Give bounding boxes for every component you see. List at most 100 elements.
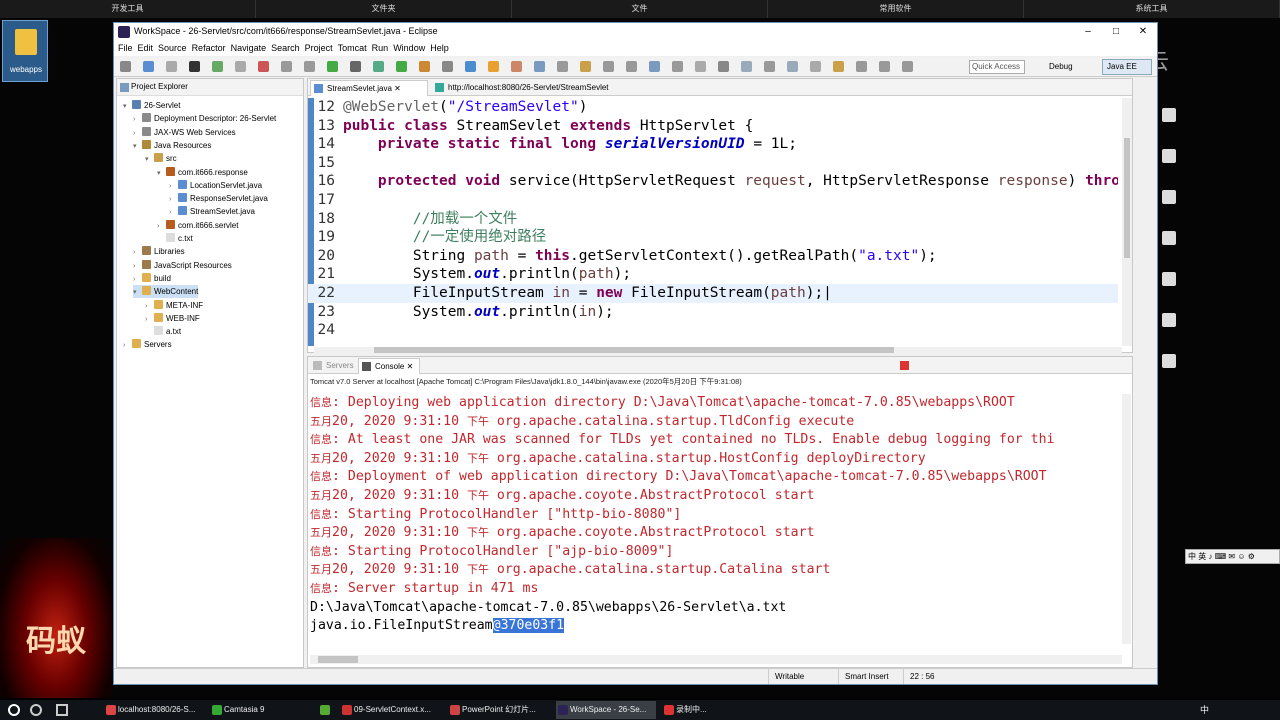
expand-arrow-icon[interactable]: › (133, 113, 142, 126)
tree-item[interactable]: ▾ com.it666.response (157, 166, 248, 179)
toolbar-icon[interactable] (488, 61, 499, 72)
ime-toolbar[interactable]: 中 英 ♪ ⌨ ✉ ☺ ⚙ (1185, 549, 1280, 564)
tree-item[interactable]: ▾ 26-Servlet (123, 99, 180, 112)
tree-item[interactable]: › Libraries (133, 245, 185, 258)
tree-item[interactable]: c.txt (157, 232, 193, 245)
launcher-group-0[interactable]: 开发工具 (0, 0, 256, 18)
menu-tomcat[interactable]: Tomcat (338, 41, 372, 56)
code-line[interactable]: 18 //加载一个文件 (308, 210, 1118, 229)
toolbar-icon[interactable] (764, 61, 775, 72)
toolbar-icon[interactable] (672, 61, 683, 72)
toolbar-icon[interactable] (534, 61, 545, 72)
console-output[interactable]: 信息: Deploying web application directory … (310, 394, 1122, 644)
toolbar-icon[interactable] (235, 61, 246, 72)
toolbar-icon[interactable] (511, 61, 522, 72)
toolbar-icon[interactable] (718, 61, 729, 72)
tree-item[interactable]: a.txt (145, 325, 181, 338)
code-line[interactable]: 12 @WebServlet("/StreamSevlet") (308, 98, 1118, 117)
tree-item[interactable]: › JAX-WS Web Services (133, 126, 236, 139)
menu-file[interactable]: File (118, 41, 138, 56)
toolbar-icon[interactable] (695, 61, 706, 72)
expand-arrow-icon[interactable]: ▾ (133, 140, 142, 153)
scrollbar-thumb[interactable] (1124, 138, 1130, 258)
toolbar-icon[interactable] (833, 61, 844, 72)
toolbar-icon[interactable] (649, 61, 660, 72)
expand-arrow-icon[interactable]: › (169, 206, 178, 219)
toolbar-icon[interactable] (143, 61, 154, 72)
menu-navigate[interactable]: Navigate (231, 41, 272, 56)
desktop-folder-webapps[interactable]: webapps (2, 20, 48, 82)
code-line[interactable]: 17 (308, 191, 1118, 210)
toolbar-icon[interactable] (212, 61, 223, 72)
tree-item[interactable]: › StreamSevlet.java (169, 205, 255, 218)
expand-arrow-icon[interactable]: ▾ (133, 286, 142, 299)
maximize-button[interactable]: □ (1102, 23, 1130, 41)
tree-item[interactable]: › Deployment Descriptor: 26-Servlet (133, 112, 276, 125)
expand-arrow-icon[interactable]: › (133, 246, 142, 259)
chat-icon[interactable] (1162, 313, 1176, 327)
editor-horizontal-scrollbar[interactable] (314, 347, 1122, 353)
code-line[interactable]: 13 public class StreamSevlet extends Http… (308, 117, 1118, 136)
image-icon[interactable] (1162, 149, 1176, 163)
toolbar-icon[interactable] (902, 61, 913, 72)
toolbar-icon[interactable] (258, 61, 269, 72)
terminate-icon[interactable] (900, 361, 909, 370)
tab-console[interactable]: Console ✕ (358, 358, 420, 374)
toolbar-icon[interactable] (787, 61, 798, 72)
code-line[interactable]: 22 FileInputStream in = new FileInputStr… (308, 284, 1118, 303)
tab-streamsevlet-java[interactable]: StreamSevlet.java ✕ (310, 80, 428, 96)
launcher-group-4[interactable]: 系统工具 (1024, 0, 1280, 18)
code-line[interactable]: 14 private static final long serialVersi… (308, 135, 1118, 154)
launcher-group-3[interactable]: 常用软件 (768, 0, 1024, 18)
scrollbar-thumb[interactable] (318, 656, 358, 663)
tab-servers[interactable]: Servers (310, 358, 358, 374)
expand-arrow-icon[interactable]: › (169, 180, 178, 193)
toolbar-icon[interactable] (442, 61, 453, 72)
video-icon[interactable] (1162, 190, 1176, 204)
tree-item[interactable]: › Servers (123, 338, 172, 351)
code-line[interactable]: 15 (308, 154, 1118, 173)
code-line[interactable]: 20 String path = this.getServletContext(… (308, 247, 1118, 266)
tab-browser-url[interactable]: http://localhost:8080/26-Servlet/StreamS… (432, 80, 632, 96)
console-horizontal-scrollbar[interactable] (310, 655, 1122, 664)
toolbar-icon[interactable] (281, 61, 292, 72)
toolbar-icon[interactable] (603, 61, 614, 72)
toolbar-icon[interactable] (373, 61, 384, 72)
toolbar-icon[interactable] (396, 61, 407, 72)
expand-arrow-icon[interactable]: ▾ (123, 100, 132, 113)
toolbar-icon[interactable] (350, 61, 361, 72)
menu-edit[interactable]: Edit (138, 41, 159, 56)
taskbar-item[interactable]: localhost:8080/26-S... (104, 701, 204, 719)
expand-arrow-icon[interactable]: ▾ (157, 167, 166, 180)
text-icon[interactable] (1162, 231, 1176, 245)
menu-refactor[interactable]: Refactor (192, 41, 231, 56)
task-view-icon[interactable] (56, 704, 68, 716)
ime-indicator[interactable]: 中 (1200, 705, 1209, 715)
code-area[interactable]: 12 @WebServlet("/StreamSevlet") 13 public c… (308, 98, 1118, 346)
code-line[interactable]: 16 protected void service(HttpServletReq… (308, 172, 1118, 191)
toolbar-icon[interactable] (189, 61, 200, 72)
tool-icon[interactable] (1162, 108, 1176, 122)
taskbar-item[interactable]: WorkSpace - 26-Se... (556, 701, 656, 719)
expand-arrow-icon[interactable]: › (145, 313, 154, 326)
expand-arrow-icon[interactable]: › (169, 193, 178, 206)
tree-item[interactable]: › com.it666.servlet (157, 219, 238, 232)
tree-item[interactable]: › META-INF (145, 299, 203, 312)
minimize-button[interactable]: – (1074, 23, 1102, 41)
menu-run[interactable]: Run (372, 41, 394, 56)
start-icon[interactable] (8, 704, 20, 716)
launcher-group-2[interactable]: 文件 (512, 0, 768, 18)
code-line[interactable]: 24 (308, 321, 1118, 340)
expand-arrow-icon[interactable]: › (133, 273, 142, 286)
toolbar-icon[interactable] (327, 61, 338, 72)
expand-arrow-icon[interactable]: › (145, 300, 154, 313)
taskbar-item[interactable]: Camtasia 9 (210, 701, 310, 719)
quick-access-input[interactable]: Quick Access (969, 60, 1025, 74)
toolbar-icon[interactable] (166, 61, 177, 72)
taskbar-item[interactable]: PowerPoint 幻灯片... (448, 701, 548, 719)
expand-arrow-icon[interactable]: › (133, 260, 142, 273)
taskbar-item[interactable] (318, 701, 336, 719)
clipboard-icon[interactable] (1162, 354, 1176, 368)
tree-item[interactable]: › LocationServlet.java (169, 179, 262, 192)
search-icon[interactable] (30, 704, 42, 716)
